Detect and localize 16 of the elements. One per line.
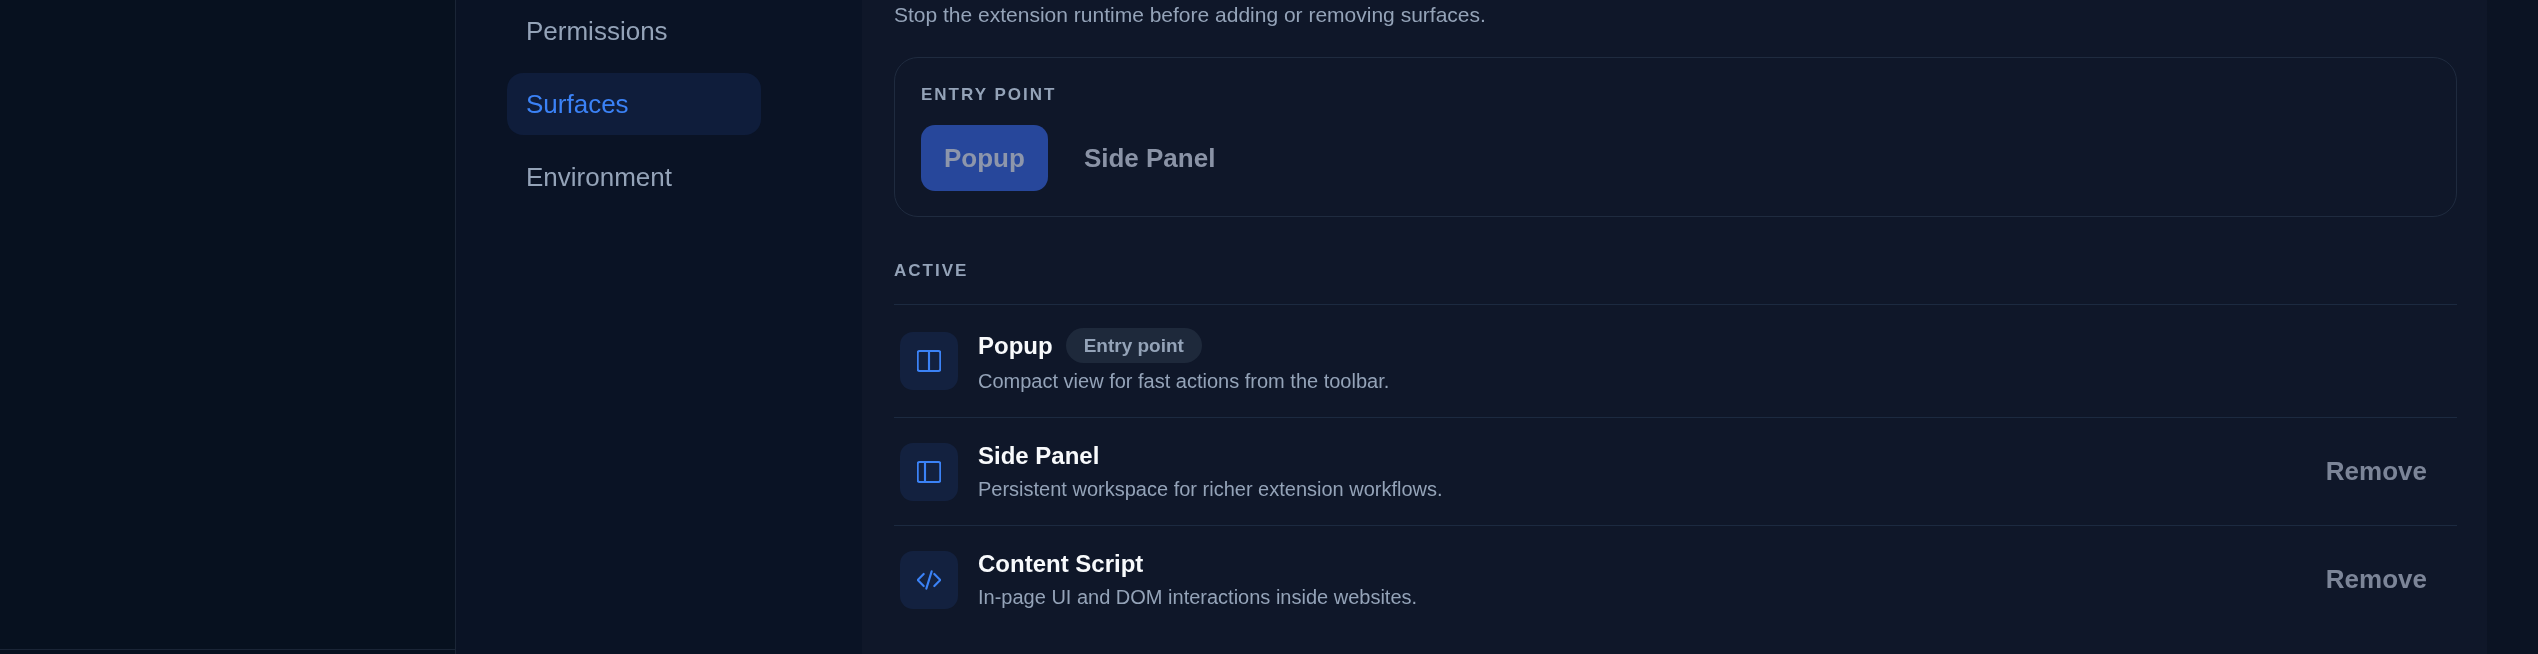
surface-description: In-page UI and DOM interactions inside websites.	[978, 585, 1419, 610]
surface-title: Content Script	[978, 549, 1144, 579]
description-text: Stop the extension runtime before adding or removing surfaces.	[894, 2, 1486, 27]
surface-description: Persistent workspace for richer extension workflows.	[978, 477, 1444, 502]
section-label: ACTIVE	[894, 261, 969, 281]
section-label: ENTRY POINT	[921, 85, 1057, 105]
code-icon	[900, 550, 958, 609]
sidebar-icon	[900, 442, 958, 501]
entry-point-badge: Entry point	[1065, 328, 1202, 363]
sidebar-item[interactable]: Environment	[507, 146, 761, 208]
surface-description: Compact view for fast actions from the toolbar.	[978, 369, 1391, 394]
surface-title: Side Panel	[978, 441, 1100, 471]
sidebar-item[interactable]: Permissions	[507, 0, 761, 62]
sidebar-item[interactable]: Surfaces	[507, 73, 761, 135]
split-panel-icon	[900, 332, 958, 390]
surface-title: Popup	[978, 330, 1053, 361]
